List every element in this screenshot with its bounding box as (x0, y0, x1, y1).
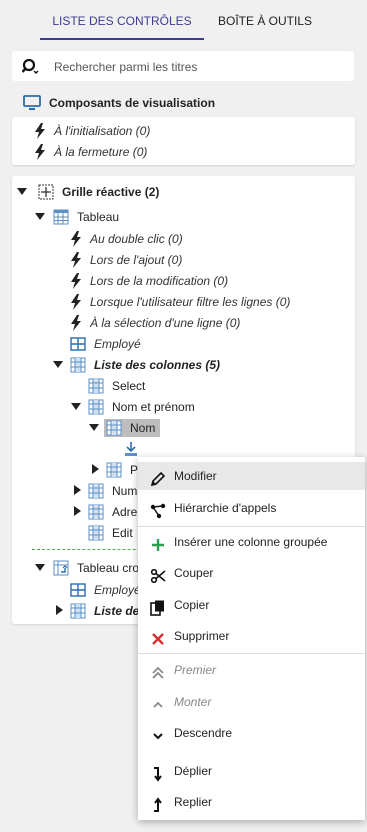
menu-item-supprimer[interactable]: Supprimer (138, 622, 365, 650)
column-list-icon (70, 357, 86, 379)
grid-layout-icon (38, 184, 54, 206)
menu-item-deplier[interactable]: Déplier (138, 757, 365, 785)
table-icon (53, 209, 69, 231)
search-icon (21, 58, 40, 79)
search-box[interactable]: Rechercher parmi les titres (12, 51, 354, 81)
chevron-down-icon[interactable] (89, 424, 99, 431)
hierarchy-icon (150, 501, 166, 529)
menu-item-modifier[interactable]: Modifier (138, 462, 365, 490)
chevron-down-icon (150, 726, 166, 754)
tree-node-nom[interactable]: Nom (12, 418, 355, 438)
menu-item-couper[interactable]: Couper (138, 559, 365, 587)
lightning-icon (70, 273, 82, 295)
lightning-icon (70, 294, 82, 316)
chevron-right-icon[interactable] (92, 464, 99, 474)
menu-item-replier[interactable]: Replier (138, 788, 365, 816)
chevron-down-icon[interactable] (17, 188, 27, 195)
menu-separator (138, 653, 365, 654)
chevron-down-icon[interactable] (35, 564, 45, 571)
scissors-icon (150, 566, 166, 594)
tree-node-grille[interactable]: Grille réactive (2) (12, 182, 355, 202)
lightning-icon (70, 315, 82, 337)
lightning-icon (70, 231, 82, 253)
search-input[interactable]: Rechercher parmi les titres (54, 51, 197, 83)
menu-separator (138, 526, 365, 527)
menu-item-descendre[interactable]: Descendre (138, 719, 365, 747)
tab-bar: LISTE DES CONTRÔLES BOÎTE À OUTILS (0, 0, 367, 40)
menu-item-inserer[interactable]: Insérer une colonne groupée (138, 528, 365, 556)
pivot-table-icon (53, 560, 69, 582)
column-icon (106, 420, 122, 442)
tree-node-liste-colonnes[interactable]: Liste des colonnes (5) (12, 355, 355, 375)
monitor-icon (23, 95, 41, 117)
menu-item-premier[interactable]: Premier (138, 656, 365, 684)
section-title-text: Composants de visualisation (49, 96, 216, 110)
lightning-icon (34, 144, 46, 166)
chevron-right-icon[interactable] (56, 605, 63, 615)
chevron-right-icon[interactable] (74, 485, 81, 495)
column-icon (88, 525, 104, 547)
component-events-card: À l'initialisation (0) À la fermeture (0… (12, 117, 355, 165)
tree-node-tableau[interactable]: Tableau (12, 207, 355, 227)
column-group-icon (88, 504, 104, 526)
menu-item-copier[interactable]: Copier (138, 591, 365, 619)
tab-boite-a-outils[interactable]: BOÎTE À OUTILS (204, 0, 326, 38)
menu-item-hierarchie[interactable]: Hiérarchie d'appels (138, 494, 365, 522)
pencil-icon (150, 469, 166, 497)
tab-liste-des-controles[interactable]: LISTE DES CONTRÔLES (40, 0, 204, 40)
column-list-icon (70, 603, 86, 624)
double-chevron-up-icon (150, 663, 166, 691)
chevron-down-icon[interactable] (35, 213, 45, 220)
menu-item-monter[interactable]: Monter (138, 688, 365, 716)
tree-node-nom-prenom[interactable]: Nom et prénom (12, 397, 355, 417)
context-menu-tail: Déplier Replier (138, 757, 365, 820)
chevron-right-icon[interactable] (74, 506, 81, 516)
chevron-down-icon[interactable] (53, 361, 63, 368)
chevron-down-icon[interactable] (71, 403, 81, 410)
lightning-icon (70, 252, 82, 274)
lightning-icon (34, 123, 46, 145)
collapse-arrow-icon (150, 795, 166, 823)
